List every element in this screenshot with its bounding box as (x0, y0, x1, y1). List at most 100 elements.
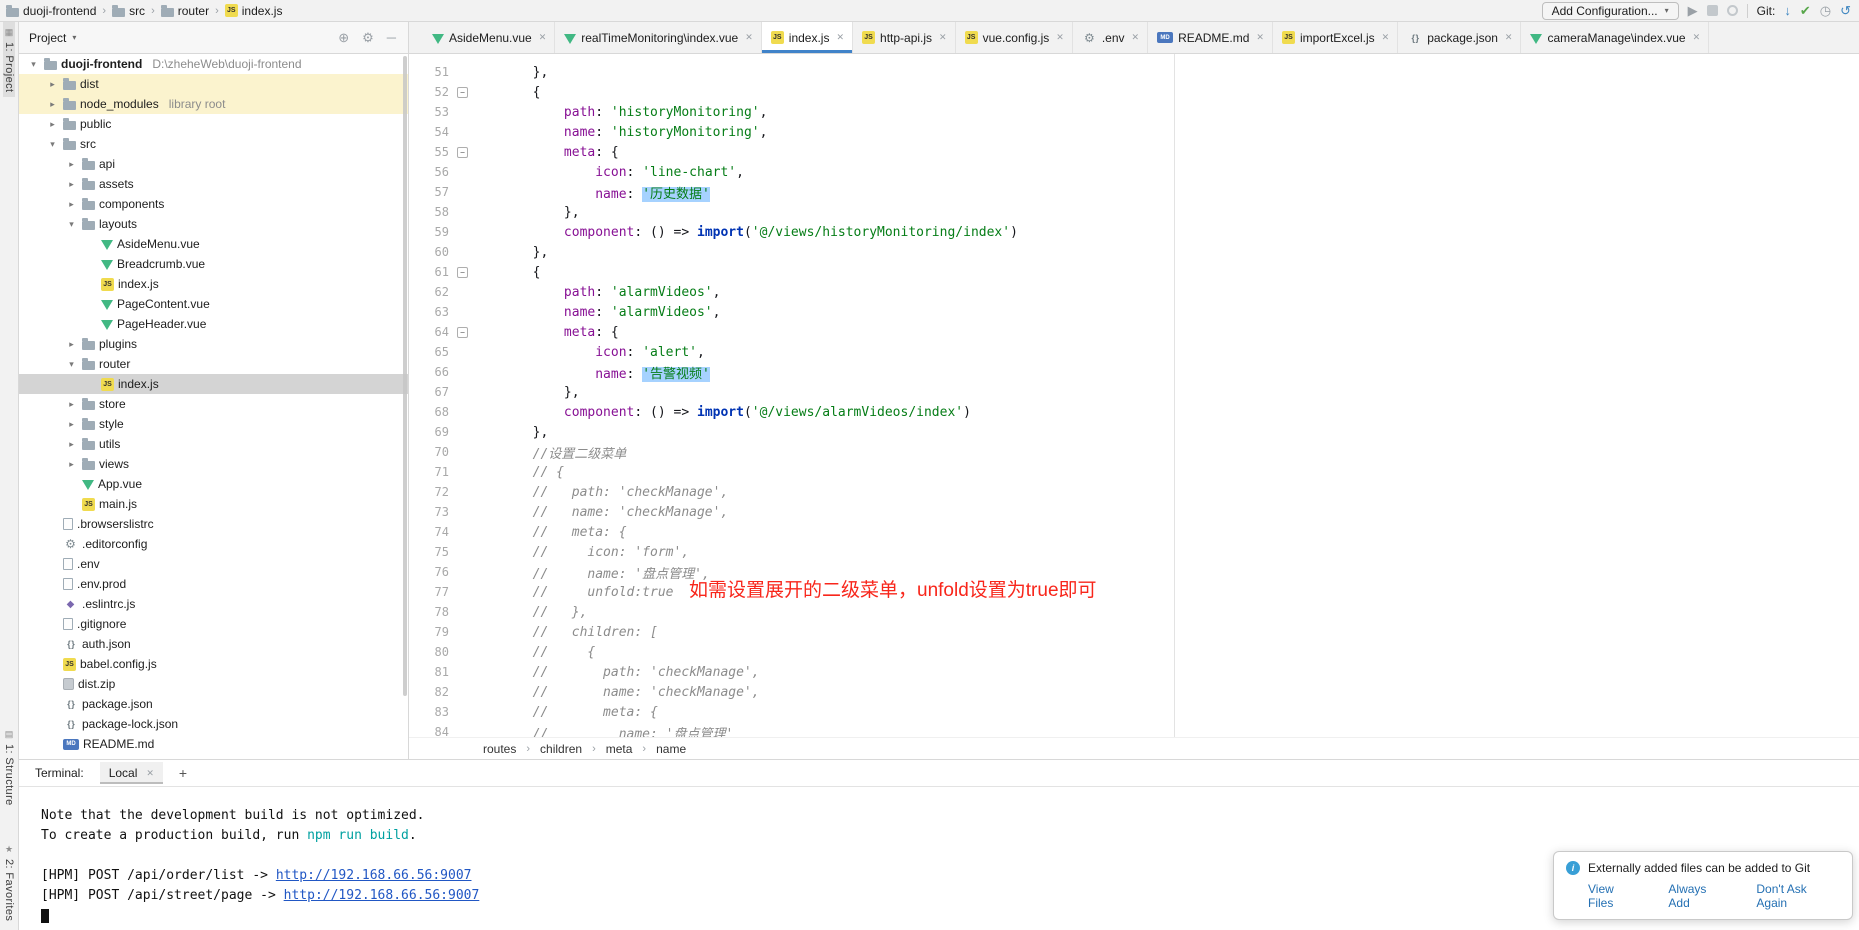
tree-item-public[interactable]: ▸public (19, 114, 408, 134)
tree-item-package-json[interactable]: { }package.json (19, 694, 408, 714)
tree-item-editorconfig[interactable]: ⚙.editorconfig (19, 534, 408, 554)
tab-cameramanage-index-vue[interactable]: cameraManage\index.vue✕ (1521, 22, 1709, 53)
chevron-collapsed-icon[interactable]: ▸ (65, 199, 78, 210)
notification-link-view-files[interactable]: View Files (1588, 882, 1642, 910)
tab-asidemenu-vue[interactable]: AsideMenu.vue✕ (423, 22, 555, 53)
tree-item-api[interactable]: ▸api (19, 154, 408, 174)
chevron-collapsed-icon[interactable]: ▸ (65, 459, 78, 470)
chevron-collapsed-icon[interactable]: ▸ (65, 179, 78, 190)
tree-item-app-vue[interactable]: App.vue (19, 474, 408, 494)
breadcrumb-item-src[interactable]: src (112, 4, 145, 18)
tree-item-src[interactable]: ▾src (19, 134, 408, 154)
tab-realtimemonitoring-index-vue[interactable]: realTimeMonitoring\index.vue✕ (555, 22, 762, 53)
close-icon[interactable]: ✕ (539, 32, 547, 43)
tree-item-gitignore[interactable]: .gitignore (19, 614, 408, 634)
git-update-icon[interactable]: ↓ (1784, 4, 1791, 17)
tree-item-asidemenu-vue[interactable]: AsideMenu.vue (19, 234, 408, 254)
tree-item-babel-config-js[interactable]: JSbabel.config.js (19, 654, 408, 674)
tree-item-pageheader-vue[interactable]: PageHeader.vue (19, 314, 408, 334)
close-icon[interactable]: ✕ (1382, 32, 1390, 43)
breadcrumb-item-children[interactable]: children (540, 742, 582, 756)
terminal-tab-local[interactable]: Local ✕ (100, 762, 163, 784)
add-configuration-button[interactable]: Add Configuration... ▾ (1542, 2, 1679, 20)
tab-http-api-js[interactable]: JShttp-api.js✕ (853, 22, 956, 53)
tree-item-duoji-frontend[interactable]: ▾duoji-frontendD:\zheheWeb\duoji-fronten… (19, 54, 408, 74)
git-rollback-icon[interactable]: ↺ (1840, 4, 1851, 17)
chevron-collapsed-icon[interactable]: ▸ (46, 99, 59, 110)
tree-item-breadcrumb-vue[interactable]: Breadcrumb.vue (19, 254, 408, 274)
notification-link-don-t-ask-again[interactable]: Don't Ask Again (1756, 882, 1840, 910)
breadcrumb-item-duoji-frontend[interactable]: duoji-frontend (6, 4, 96, 18)
tree-item-style[interactable]: ▸style (19, 414, 408, 434)
tree-item-eslintrc-js[interactable]: ◆.eslintrc.js (19, 594, 408, 614)
breadcrumb-item-index-js[interactable]: JSindex.js (225, 4, 283, 18)
close-icon[interactable]: ✕ (836, 32, 844, 43)
breadcrumb-item-meta[interactable]: meta (606, 742, 633, 756)
tree-item-components[interactable]: ▸components (19, 194, 408, 214)
stripe-favorites-button[interactable]: ★ 2: Favorites (3, 839, 15, 926)
tree-item-views[interactable]: ▸views (19, 454, 408, 474)
terminal-link[interactable]: http://192.168.66.56:9007 (284, 888, 480, 903)
tab-env[interactable]: ⚙.env✕ (1073, 22, 1148, 53)
tree-item-env[interactable]: .env (19, 554, 408, 574)
tree-item-layouts[interactable]: ▾layouts (19, 214, 408, 234)
terminal-link[interactable]: http://192.168.66.56:9007 (276, 868, 472, 883)
breadcrumb-item-router[interactable]: router (161, 4, 209, 18)
chevron-collapsed-icon[interactable]: ▸ (65, 339, 78, 350)
tab-package-json[interactable]: { }package.json✕ (1398, 22, 1521, 53)
tree-item-dist[interactable]: ▸dist (19, 74, 408, 94)
fold-marker[interactable]: − (455, 327, 470, 338)
new-terminal-button[interactable]: + (179, 765, 187, 781)
project-scrollbar[interactable] (403, 56, 407, 696)
fold-marker[interactable]: − (455, 87, 470, 98)
chevron-expanded-icon[interactable]: ▾ (65, 359, 78, 370)
settings-gear-icon[interactable]: ⚙ (362, 31, 374, 44)
history-icon[interactable]: ◷ (1820, 4, 1831, 17)
fold-marker[interactable]: − (455, 267, 470, 278)
chevron-collapsed-icon[interactable]: ▸ (65, 399, 78, 410)
chevron-collapsed-icon[interactable]: ▸ (65, 419, 78, 430)
close-icon[interactable]: ✕ (939, 32, 947, 43)
tree-item-index-js[interactable]: JSindex.js (19, 374, 408, 394)
tree-item-router[interactable]: ▾router (19, 354, 408, 374)
tree-item-main-js[interactable]: JSmain.js (19, 494, 408, 514)
project-view-selector[interactable]: Project ▾ (29, 31, 76, 45)
locate-file-icon[interactable]: ⊕ (338, 31, 349, 44)
close-icon[interactable]: ✕ (1056, 32, 1064, 43)
tree-item-assets[interactable]: ▸assets (19, 174, 408, 194)
tab-vue-config-js[interactable]: JSvue.config.js✕ (956, 22, 1073, 53)
tree-item-dist-zip[interactable]: dist.zip (19, 674, 408, 694)
tree-item-auth-json[interactable]: { }auth.json (19, 634, 408, 654)
chevron-collapsed-icon[interactable]: ▸ (65, 159, 78, 170)
chevron-expanded-icon[interactable]: ▾ (65, 219, 78, 230)
stripe-project-button[interactable]: ▦ 1: Project (3, 22, 15, 97)
tree-item-env-prod[interactable]: .env.prod (19, 574, 408, 594)
tree-item-store[interactable]: ▸store (19, 394, 408, 414)
tab-index-js[interactable]: JSindex.js✕ (762, 22, 853, 53)
tree-item-readme-md[interactable]: MDREADME.md (19, 734, 408, 754)
tree-item-pagecontent-vue[interactable]: PageContent.vue (19, 294, 408, 314)
chevron-collapsed-icon[interactable]: ▸ (46, 119, 59, 130)
run-icon[interactable]: ▶ (1688, 4, 1698, 17)
tree-item-node-modules[interactable]: ▸node_moduleslibrary root (19, 94, 408, 114)
stripe-structure-button[interactable]: ▤ 1: Structure (3, 724, 15, 811)
close-icon[interactable]: ✕ (1132, 32, 1140, 43)
chevron-collapsed-icon[interactable]: ▸ (46, 79, 59, 90)
chevron-expanded-icon[interactable]: ▾ (46, 139, 59, 150)
tab-readme-md[interactable]: MDREADME.md✕ (1148, 22, 1273, 53)
breadcrumb-item-name[interactable]: name (656, 742, 686, 756)
hide-panel-icon[interactable]: ─ (387, 31, 396, 44)
debug-icon[interactable] (1707, 5, 1718, 16)
git-commit-icon[interactable]: ✔ (1800, 4, 1811, 17)
breadcrumb-item-routes[interactable]: routes (483, 742, 516, 756)
close-icon[interactable]: ✕ (146, 768, 154, 779)
close-icon[interactable]: ✕ (1256, 32, 1264, 43)
close-icon[interactable]: ✕ (1693, 32, 1701, 43)
tree-item-plugins[interactable]: ▸plugins (19, 334, 408, 354)
chevron-collapsed-icon[interactable]: ▸ (65, 439, 78, 450)
profiler-icon[interactable] (1727, 5, 1738, 16)
code-editor[interactable]: 51 },52− {53 path: 'historyMonitoring',5… (409, 54, 1859, 737)
chevron-expanded-icon[interactable]: ▾ (27, 59, 40, 70)
close-icon[interactable]: ✕ (745, 32, 753, 43)
tab-importexcel-js[interactable]: JSimportExcel.js✕ (1273, 22, 1398, 53)
